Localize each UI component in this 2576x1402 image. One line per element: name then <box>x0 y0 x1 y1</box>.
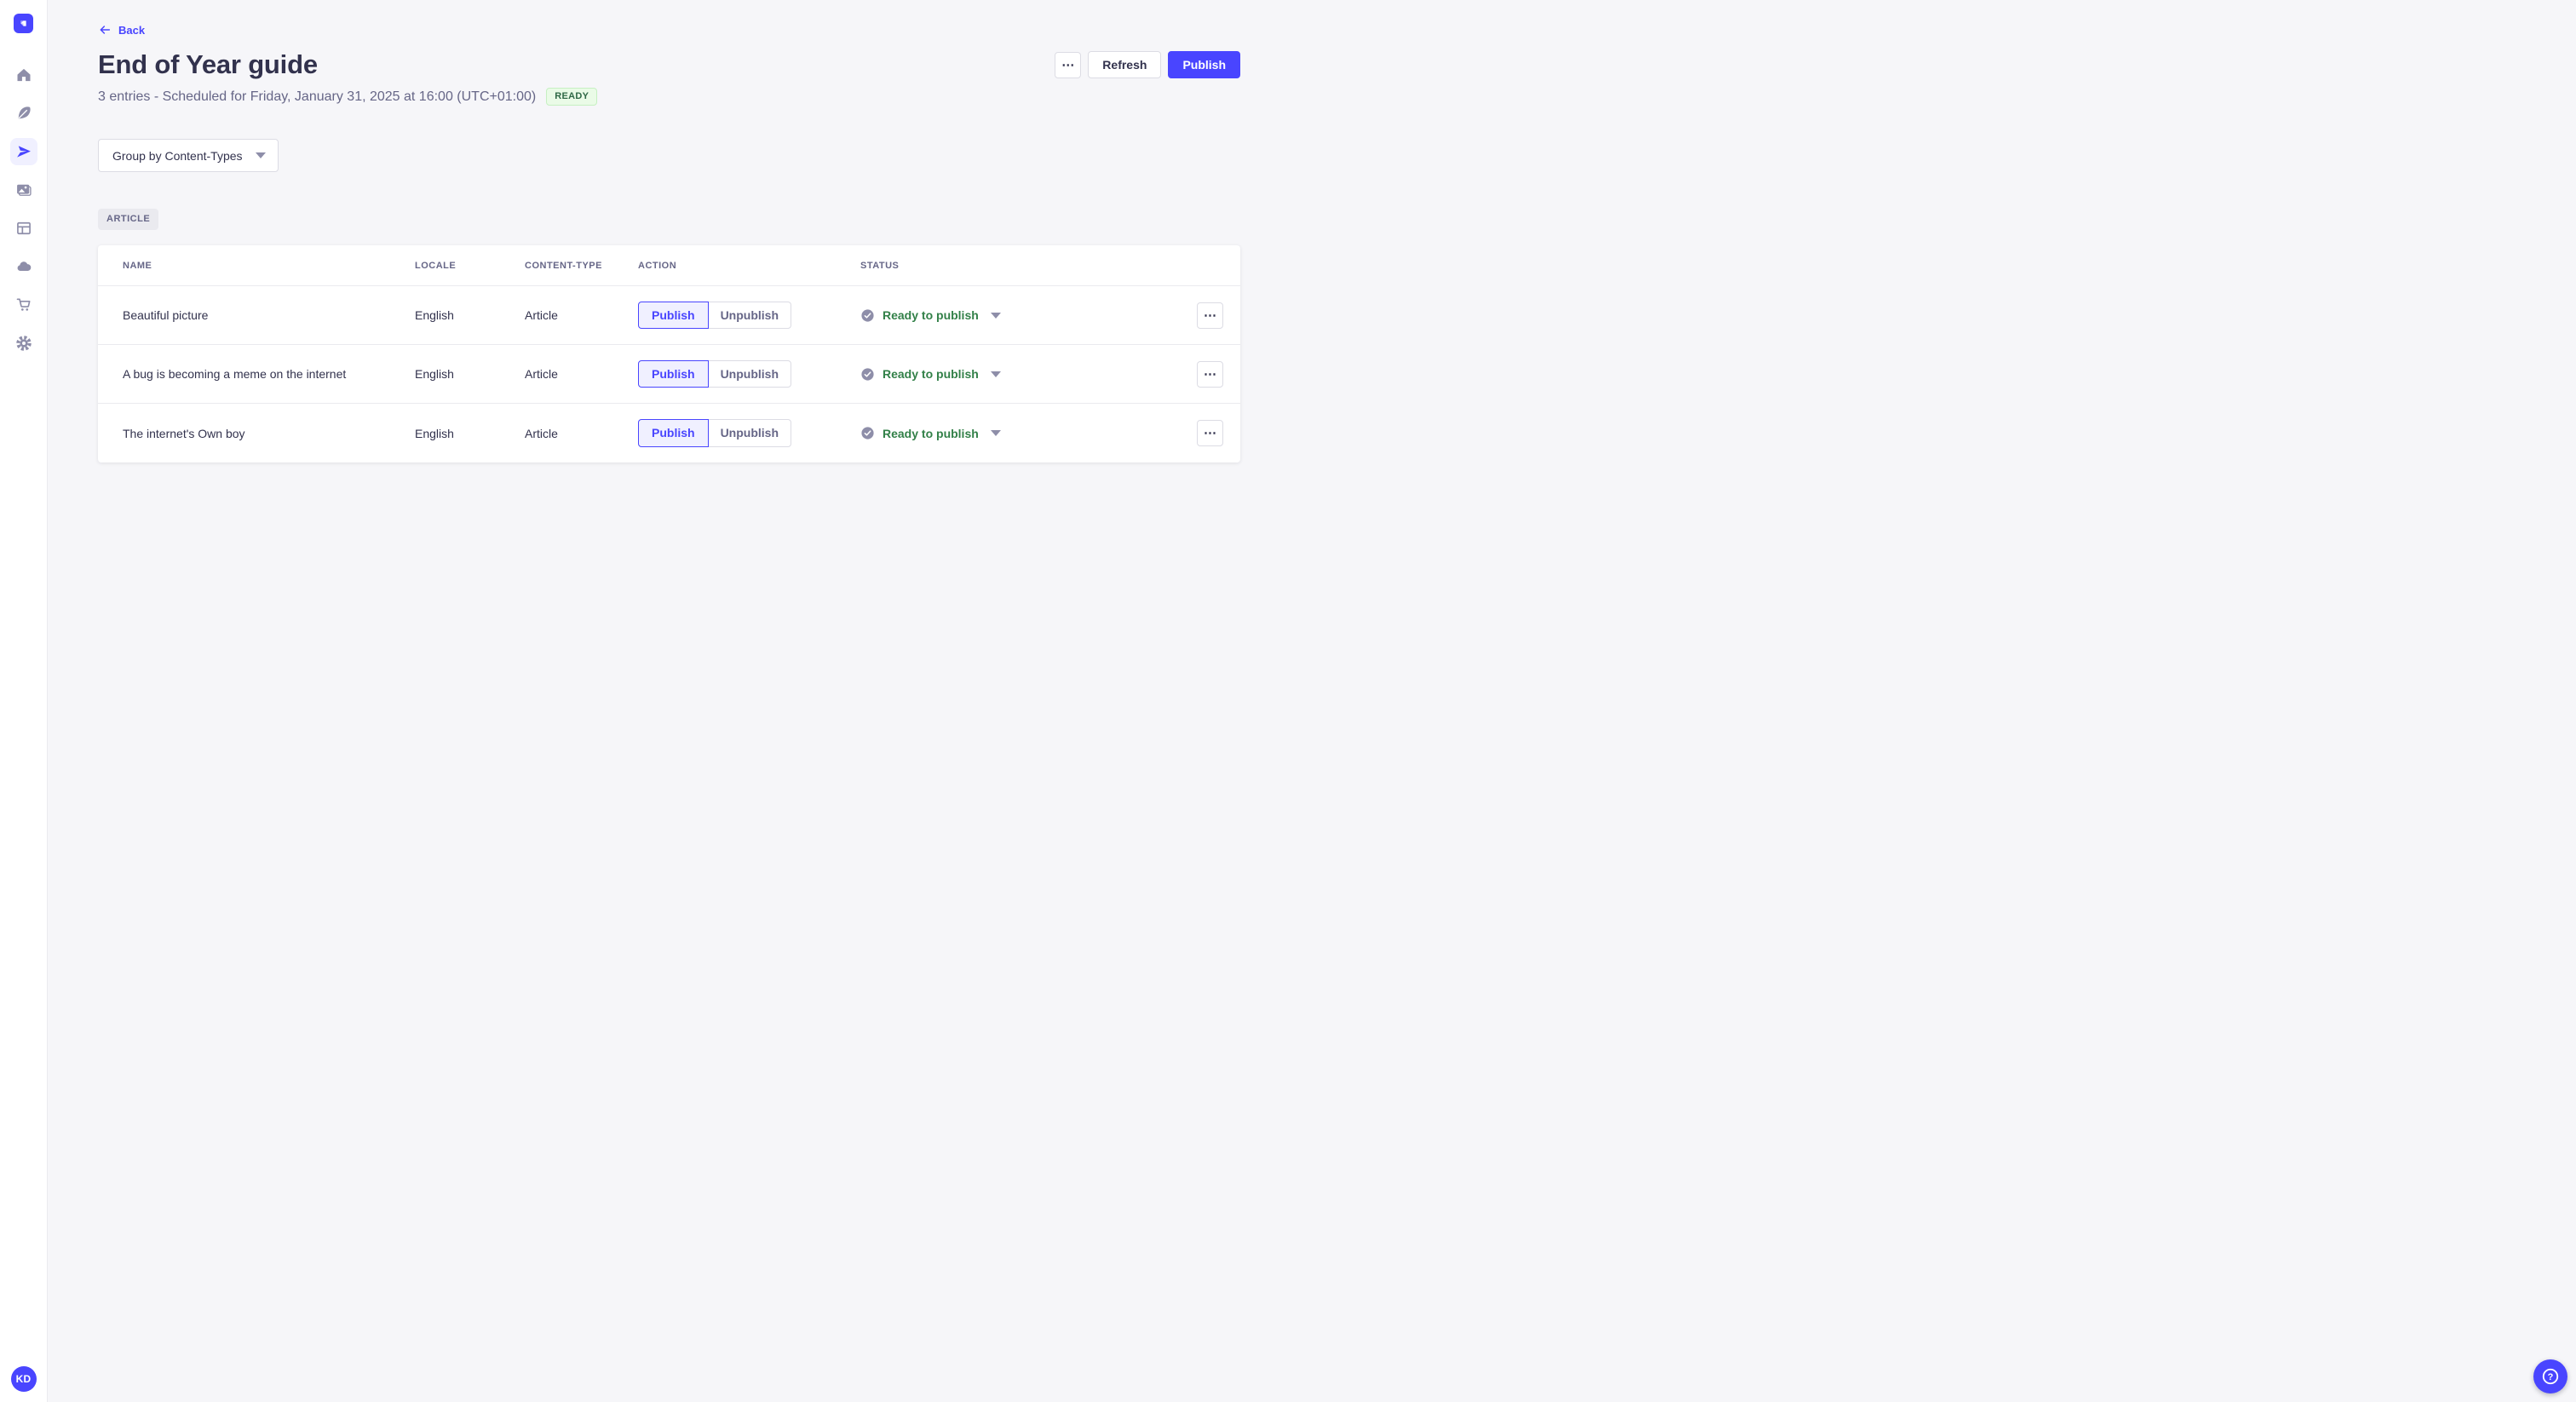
entry-more-button[interactable]: ⋯ <box>1197 302 1223 329</box>
table-row: Beautiful picture English Article Publis… <box>98 286 1240 345</box>
entry-unpublish-option[interactable]: Unpublish <box>707 359 791 388</box>
content-type-group-badge: ARTICLE <box>98 209 159 230</box>
subtitle-row: 3 entries - Scheduled for Friday, Januar… <box>98 88 1240 106</box>
entry-name: Beautiful picture <box>123 308 209 322</box>
content-type-builder-icon <box>16 221 31 235</box>
marketplace-icon <box>16 298 31 311</box>
entry-content-type: Article <box>525 367 558 381</box>
back-label: Back <box>118 23 146 37</box>
release-more-button[interactable]: ⋯ <box>1055 51 1082 78</box>
sidebar-item-content-manager[interactable] <box>10 100 37 127</box>
sidebar-footer: KD <box>10 1366 37 1392</box>
check-circle-icon <box>861 427 874 440</box>
column-header-content-type: CONTENT-TYPE <box>525 260 602 271</box>
entry-status-label: Ready to publish <box>883 308 979 322</box>
chevron-down-icon <box>256 152 266 158</box>
chevron-down-icon <box>990 430 1001 436</box>
sidebar-item-marketplace[interactable] <box>10 291 37 319</box>
entry-status[interactable]: Ready to publish <box>860 426 1176 440</box>
entry-locale: English <box>415 426 454 440</box>
entries-table: NAME LOCALE CONTENT-TYPE ACTION STATUS B… <box>98 245 1240 463</box>
entry-name: The internet's Own boy <box>123 426 245 440</box>
entry-action-toggle: Publish Unpublish <box>638 419 860 447</box>
entry-publish-option[interactable]: Publish <box>638 359 709 388</box>
table-row: A bug is becoming a meme on the internet… <box>98 345 1240 404</box>
entry-action-toggle: Publish Unpublish <box>638 359 860 388</box>
entry-content-type: Article <box>525 426 558 440</box>
question-mark-icon: ? <box>2542 1368 2559 1385</box>
entry-locale: English <box>415 367 454 381</box>
sidebar-item-releases[interactable] <box>9 138 37 165</box>
table-row: The internet's Own boy English Article P… <box>98 404 1240 463</box>
entry-locale: English <box>415 308 454 322</box>
back-link[interactable]: Back <box>98 0 145 37</box>
release-schedule-subtitle: 3 entries - Scheduled for Friday, Januar… <box>98 89 537 104</box>
settings-icon <box>15 336 32 351</box>
releases-icon <box>16 146 31 158</box>
table-header-row: NAME LOCALE CONTENT-TYPE ACTION STATUS <box>98 245 1240 286</box>
group-by-select[interactable]: Group by Content-Types <box>98 139 279 172</box>
release-status-badge: READY <box>546 88 598 106</box>
entry-unpublish-option[interactable]: Unpublish <box>707 419 791 447</box>
entry-more-button[interactable]: ⋯ <box>1197 420 1223 446</box>
entry-status-label: Ready to publish <box>883 426 979 440</box>
chevron-down-icon <box>990 312 1001 319</box>
help-button[interactable]: ? <box>2533 1359 2567 1393</box>
column-header-locale: LOCALE <box>415 260 457 271</box>
check-circle-icon <box>861 308 874 322</box>
sidebar-item-media-library[interactable] <box>10 176 37 204</box>
sidebar-item-content-type-builder[interactable] <box>10 215 37 242</box>
entry-status[interactable]: Ready to publish <box>860 308 1176 323</box>
strapi-logo-icon <box>20 20 26 26</box>
entry-status-label: Ready to publish <box>883 367 979 381</box>
arrow-left-icon <box>100 26 111 34</box>
strapi-logo[interactable] <box>14 14 33 33</box>
page-title: End of Year guide <box>98 49 318 79</box>
entry-content-type: Article <box>525 308 558 322</box>
header-actions: ⋯ Refresh Publish <box>1055 51 1240 78</box>
sidebar-item-settings[interactable] <box>10 330 37 357</box>
sidebar-item-cloud[interactable] <box>10 253 37 280</box>
refresh-button[interactable]: Refresh <box>1088 51 1162 78</box>
media-library-icon <box>16 184 32 196</box>
sidebar: KD <box>0 0 48 1402</box>
entry-status[interactable]: Ready to publish <box>860 367 1176 382</box>
column-header-name: NAME <box>123 260 152 271</box>
entry-publish-option[interactable]: Publish <box>638 419 709 447</box>
column-header-action: ACTION <box>638 260 677 271</box>
entry-name: A bug is becoming a meme on the internet <box>123 367 347 381</box>
entry-action-toggle: Publish Unpublish <box>638 301 860 330</box>
cloud-icon <box>17 261 31 271</box>
publish-release-button[interactable]: Publish <box>1168 51 1240 78</box>
check-circle-icon <box>861 367 874 381</box>
main-content: Back End of Year guide ⋯ Refresh Publish… <box>48 0 1288 463</box>
entry-publish-option[interactable]: Publish <box>638 301 709 330</box>
column-header-status: STATUS <box>860 260 900 271</box>
entry-unpublish-option[interactable]: Unpublish <box>707 301 791 330</box>
svg-text:?: ? <box>2548 1372 2554 1382</box>
sidebar-nav <box>9 61 37 357</box>
chevron-down-icon <box>990 371 1001 377</box>
content-manager-icon <box>18 106 31 119</box>
user-avatar[interactable]: KD <box>10 1366 37 1392</box>
home-icon <box>17 68 30 82</box>
title-row: End of Year guide ⋯ Refresh Publish <box>98 49 1240 80</box>
sidebar-item-home[interactable] <box>10 61 37 89</box>
entry-more-button[interactable]: ⋯ <box>1197 360 1223 388</box>
group-by-value: Group by Content-Types <box>112 148 243 163</box>
